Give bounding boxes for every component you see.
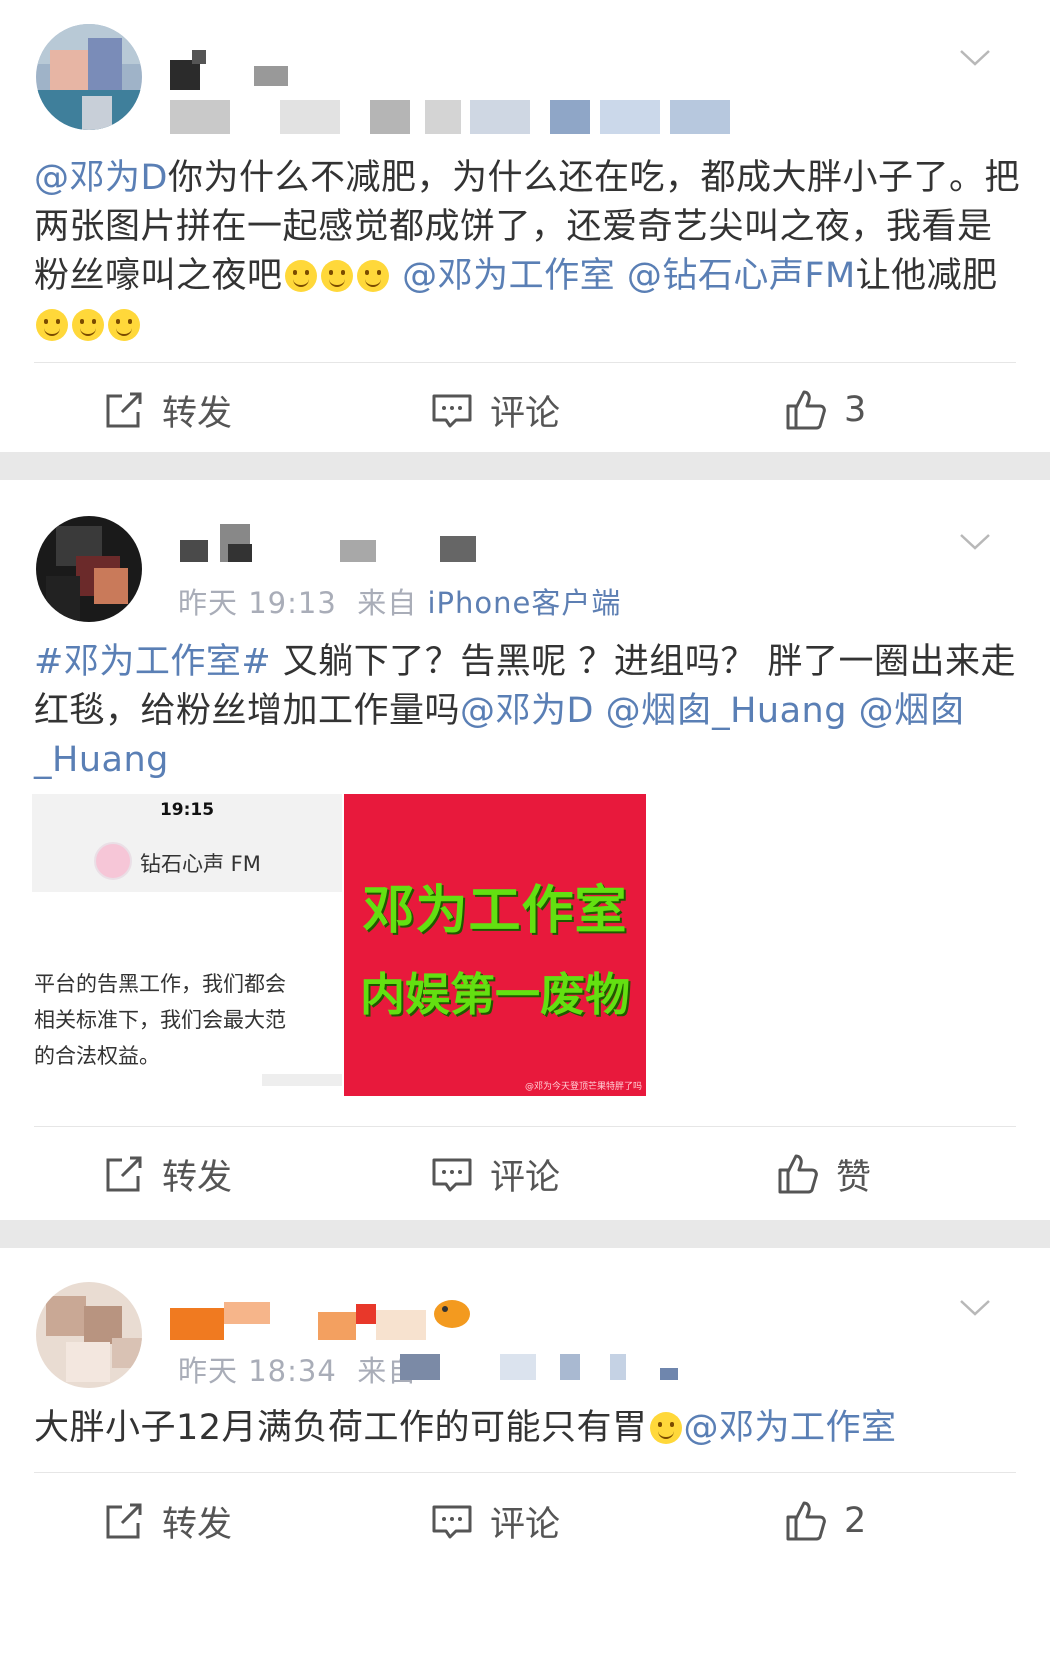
screenshot-body-line: 的合法权益。 <box>34 1044 160 1068</box>
grin-emoji-icon <box>320 260 353 292</box>
thumbs-up-icon <box>786 390 826 430</box>
comment-icon <box>432 1505 472 1539</box>
screenshot-body-line: 相关标准下，我们会最大范 <box>34 1008 286 1032</box>
topic-link[interactable]: #邓为工作室# <box>34 642 271 682</box>
username-redacted[interactable] <box>170 50 300 90</box>
post-separator <box>0 452 1050 480</box>
post-text: @邓为D你为什么不减肥，为什么还在吃，都成大胖小子了。把两张图片拼在一起感觉都成… <box>34 154 1024 350</box>
chevron-down-icon[interactable] <box>958 1290 992 1324</box>
repost-button[interactable]: 转发 <box>102 1144 232 1204</box>
post-meta: 昨天 19:13 来自 iPhone客户端 <box>178 580 621 622</box>
comment-label: 评论 <box>490 1504 561 1545</box>
smile-emoji-icon <box>108 309 140 341</box>
meta-redacted <box>170 100 730 134</box>
grin-emoji-icon <box>284 260 317 292</box>
screenshot-body-line: 平台的告黑工作，我们都会 <box>34 972 286 996</box>
mention-link[interactable]: @邓为工作室 <box>684 1408 897 1448</box>
like-button[interactable]: 3 <box>784 380 866 440</box>
username-redacted[interactable] <box>180 524 480 564</box>
comment-icon <box>432 394 472 428</box>
comment-button[interactable]: 评论 <box>430 1491 560 1551</box>
post-image-banner[interactable]: 邓为工作室 内娱第一废物 @邓为今天登顶芒果特胖了吗 <box>344 794 646 1096</box>
action-bar: 转发 评论 3 <box>0 380 1050 440</box>
repost-icon <box>106 392 142 428</box>
fish-badge-icon <box>434 1296 474 1332</box>
banner-line-2: 内娱第一废物 <box>359 968 630 1021</box>
post-time: 昨天 18:34 <box>178 1354 337 1388</box>
banner-watermark: @邓为今天登顶芒果特胖了吗 <box>524 1082 642 1092</box>
mention-link[interactable]: @邓为D <box>460 691 594 731</box>
post-meta: 昨天 18:34 来自 <box>178 1348 417 1390</box>
post-text: 大胖小子12月满负荷工作的可能只有胃 @邓为工作室 <box>34 1408 897 1448</box>
divider <box>34 1126 1016 1127</box>
account-avatar <box>94 842 132 880</box>
thumbs-up-icon <box>778 1154 818 1194</box>
divider <box>34 1472 1016 1473</box>
comment-icon <box>432 1158 472 1192</box>
post-card: @邓为D你为什么不减肥，为什么还在吃，都成大胖小子了。把两张图片拼在一起感觉都成… <box>0 0 1050 452</box>
mention-link[interactable]: @邓为D <box>34 158 168 198</box>
smile-emoji-icon <box>72 309 104 341</box>
comment-label: 评论 <box>490 393 561 434</box>
mention-link[interactable]: @钻石心声FM <box>627 256 856 296</box>
repost-label: 转发 <box>162 1504 233 1545</box>
post-separator <box>0 1220 1050 1248</box>
post-time: 昨天 19:13 <box>178 586 337 620</box>
post-image-screenshot[interactable]: 19:15 钻石心声 FM 平台的告黑工作，我们都会 相关标准下，我们会最大范 … <box>32 794 342 1096</box>
mention-link[interactable]: @邓为工作室 <box>402 256 615 296</box>
comment-button[interactable]: 评论 <box>430 1144 560 1204</box>
grin-emoji-icon <box>356 260 389 292</box>
repost-button[interactable]: 转发 <box>102 1491 232 1551</box>
action-bar: 转发 评论 2 <box>0 1491 1050 1551</box>
mention-link[interactable]: @烟囱_Huang <box>606 691 847 731</box>
repost-label: 转发 <box>162 1157 233 1198</box>
repost-icon <box>106 1156 142 1192</box>
comment-label: 评论 <box>490 1157 561 1198</box>
like-count: 2 <box>844 1501 867 1541</box>
client-redacted <box>400 1354 680 1380</box>
account-name: 钻石心声 FM <box>140 852 261 876</box>
drooling-emoji-icon <box>649 1412 682 1444</box>
avatar[interactable] <box>36 516 142 622</box>
action-bar: 转发 评论 赞 <box>0 1144 1050 1204</box>
post-card: 昨天 18:34 来自 大胖小子12月满负荷工作的可能只有胃 @邓为工作室 转发 … <box>0 1248 1050 1666</box>
smile-emoji-icon <box>36 309 68 341</box>
chevron-down-icon[interactable] <box>958 524 992 558</box>
chevron-down-icon[interactable] <box>958 40 992 74</box>
repost-button[interactable]: 转发 <box>102 380 232 440</box>
client-link[interactable]: iPhone客户端 <box>427 586 621 620</box>
thumbs-up-icon <box>786 1501 826 1541</box>
post-source-label: 来自 <box>357 586 418 620</box>
like-count: 3 <box>844 390 867 430</box>
like-button[interactable]: 2 <box>784 1491 866 1551</box>
repost-icon <box>106 1503 142 1539</box>
like-label: 赞 <box>836 1157 872 1198</box>
like-button[interactable]: 赞 <box>776 1144 871 1204</box>
comment-button[interactable]: 评论 <box>430 380 560 440</box>
post-text: #邓为工作室# 又躺下了？告黑呢 ？进组吗？ 胖了一圈出来走红毯，给粉丝增加工作… <box>34 642 1017 780</box>
post-card: 昨天 19:13 来自 iPhone客户端 #邓为工作室# 又躺下了？告黑呢 ？… <box>0 480 1050 1220</box>
repost-label: 转发 <box>162 393 233 434</box>
status-time: 19:15 <box>159 800 215 820</box>
avatar[interactable] <box>36 24 142 130</box>
avatar[interactable] <box>36 1282 142 1388</box>
banner-line-1: 邓为工作室 <box>362 881 628 941</box>
divider <box>34 362 1016 363</box>
